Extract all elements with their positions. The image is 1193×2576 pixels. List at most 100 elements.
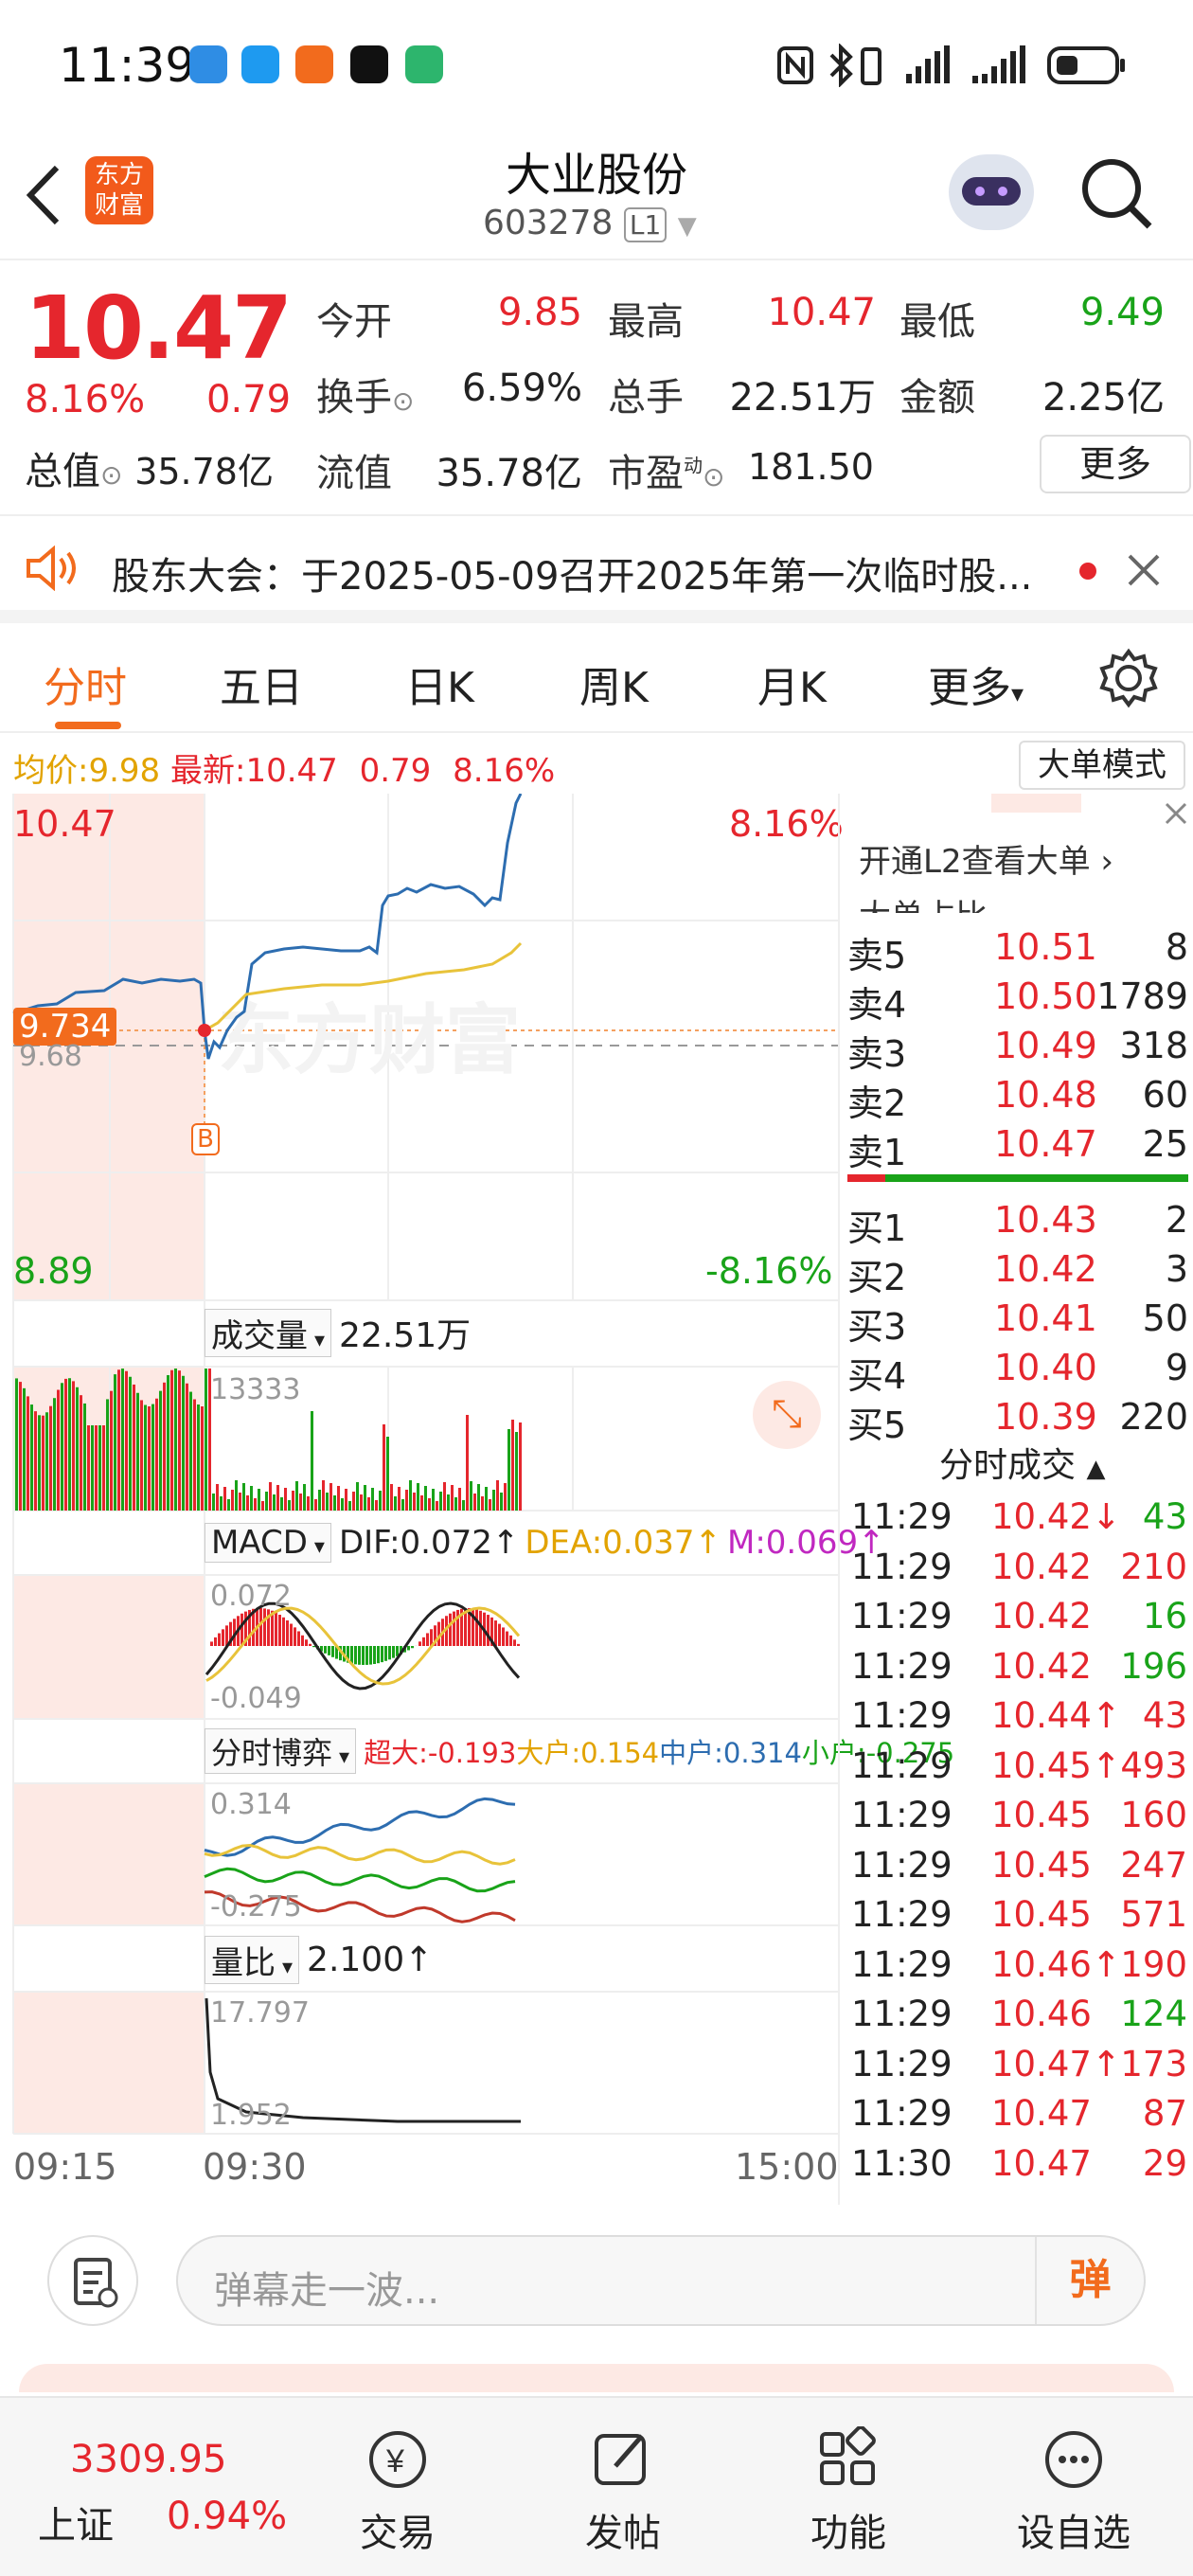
- big-order-mode-button[interactable]: 大单模式: [1019, 741, 1185, 790]
- nav-add-watchlist[interactable]: 设自选: [998, 2426, 1149, 2557]
- ask-row: 卖4 10.50 1789: [847, 975, 1188, 1026]
- message-icon: [241, 45, 279, 83]
- capital-game-dropdown[interactable]: 分时博弈 ▾: [205, 1728, 357, 1774]
- expand-icon[interactable]: ⤡: [753, 1381, 821, 1449]
- open-value: 9.85: [497, 291, 582, 334]
- float-label: 流值: [316, 452, 392, 495]
- nav-trade[interactable]: ¥ 交易: [322, 2426, 473, 2557]
- buy-marker[interactable]: B: [191, 1123, 220, 1155]
- info-icon: ⊙: [100, 459, 123, 491]
- volume-ratio-header: 量比 ▾ 2.100↑: [205, 1932, 433, 1987]
- danmu-placeholder: 弹幕走一波...: [214, 2269, 440, 2313]
- status-bar: 11:39: [0, 0, 1193, 128]
- edit-icon: [595, 2434, 646, 2485]
- y-axis-bottom-price: 8.89: [13, 1250, 94, 1292]
- trade-row: 11:30 10.47 29: [851, 2142, 1187, 2184]
- tab-intraday[interactable]: 分时: [44, 653, 127, 714]
- macd-header: MACD ▾ DIF:0.072↑ DEA:0.037↑ M:0.069↑: [205, 1515, 885, 1570]
- volume-value: 22.51万: [339, 1316, 472, 1355]
- bid-ask-divider-red: [847, 1174, 885, 1182]
- macd-dea: DEA:0.037↑: [525, 1524, 721, 1562]
- low-value: 9.49: [1079, 291, 1165, 334]
- search-icon[interactable]: [1079, 156, 1155, 232]
- intraday-chart-area[interactable]: 东方财富 10.47 8.16% 8.89 -8.16% 9.734 9.68 …: [0, 794, 954, 2205]
- amount-label: 金额: [899, 376, 975, 420]
- vibrate-icon: [861, 47, 881, 85]
- tab-weekly-k[interactable]: 周K: [579, 653, 649, 714]
- trade-row: 11:29 10.47 87: [851, 2093, 1187, 2134]
- tab-more[interactable]: 更多▾: [928, 653, 1024, 714]
- stock-code-row[interactable]: 603278 L1 ▼: [483, 204, 697, 242]
- trade-row: 11:29 10.45 247: [851, 1844, 1187, 1886]
- turnover-value: 6.59%: [461, 367, 582, 410]
- close-icon[interactable]: [1164, 801, 1188, 826]
- comment-bar: 弹幕走一波... 弹: [0, 2205, 1193, 2392]
- ratio-bottom-label: 1.952: [210, 2099, 292, 2132]
- ratio-top-label: 17.797: [210, 1996, 310, 2030]
- home-app-icon: [405, 45, 443, 83]
- bid-row: 买4 10.40 9: [847, 1347, 1188, 1397]
- y-axis-top-pct: 8.16%: [729, 803, 844, 845]
- danmu-input[interactable]: 弹幕走一波... 弹: [176, 2235, 1146, 2326]
- time-axis-close: 15:00: [735, 2146, 839, 2188]
- nav-functions[interactable]: 功能: [773, 2425, 924, 2557]
- amount-value: 2.25亿: [1042, 376, 1165, 420]
- volume-ratio-dropdown[interactable]: 量比 ▾: [205, 1935, 300, 1984]
- app-notification-icon: [189, 45, 227, 83]
- volume-value: 22.51万: [729, 376, 876, 420]
- game-bottom-label: -0.275: [210, 1890, 302, 1923]
- volume-dropdown[interactable]: 成交量 ▾: [205, 1308, 332, 1357]
- game-super: 超大:-0.193: [364, 1737, 517, 1769]
- chevron-down-icon: ▼: [677, 212, 697, 241]
- tab-active-indicator: [55, 722, 121, 729]
- nav-post[interactable]: 发帖: [547, 2426, 699, 2557]
- plane-icon: [295, 45, 333, 83]
- tab-daily-k[interactable]: 日K: [405, 653, 474, 714]
- price-summary-bar: 均价:9.98 最新:10.47 0.79 8.16%: [0, 735, 833, 794]
- bid-row: 买5 10.39 220: [847, 1396, 1188, 1446]
- y-axis-top-price: 10.47: [13, 803, 116, 845]
- more-button[interactable]: 更多: [1040, 435, 1191, 493]
- trade-row: 11:29 10.45 571: [851, 1894, 1187, 1935]
- volume-max-label: 13333: [210, 1373, 301, 1406]
- tab-monthly-k[interactable]: 月K: [757, 653, 827, 714]
- trade-row: 11:29 10.42 210: [851, 1546, 1187, 1587]
- reference-under-label: 9.68: [19, 1040, 82, 1073]
- ask-row: 卖3 10.49 318: [847, 1025, 1188, 1075]
- trade-row: 11:29 10.45↑ 493: [851, 1744, 1187, 1786]
- close-icon[interactable]: [1127, 553, 1161, 587]
- notice-bar[interactable]: 股东大会：于2025-05-09召开2025年第一次临时股...: [0, 519, 1193, 623]
- bluetooth-icon: [829, 44, 853, 87]
- game-top-label: 0.314: [210, 1788, 292, 1821]
- last-label: 最新:: [169, 752, 246, 790]
- ask-row: 卖5 10.51 8: [847, 926, 1188, 976]
- index-pct: 0.94%: [167, 2495, 288, 2538]
- avg-label: 均价:: [13, 752, 89, 790]
- trade-row: 11:29 10.45 160: [851, 1795, 1187, 1835]
- trade-row: 11:29 10.42 196: [851, 1645, 1187, 1687]
- l2-upgrade-link[interactable]: 开通L2查看大单 ›: [859, 835, 1113, 882]
- high-value: 10.47: [767, 291, 876, 334]
- signal-2-icon: [972, 45, 1025, 83]
- chart-tabs: 分时 五日 日K 周K 月K 更多▾: [0, 627, 1193, 733]
- unread-dot: [1079, 563, 1096, 580]
- last-price: 10.47: [25, 277, 293, 379]
- avg-value: 9.98: [88, 752, 161, 790]
- tab-five-day[interactable]: 五日: [220, 653, 303, 714]
- trade-row: 11:29 10.46↑ 190: [851, 1943, 1187, 1985]
- settings-gear-icon[interactable]: [1098, 648, 1159, 708]
- index-widget[interactable]: 3309.95 上证 0.94%: [38, 2417, 288, 2559]
- notes-icon[interactable]: [47, 2235, 138, 2326]
- pe-label: 市盈动⊙: [608, 452, 725, 495]
- mcap-label: 总值: [25, 450, 100, 493]
- macd-dropdown[interactable]: MACD ▾: [205, 1523, 331, 1563]
- stock-code: 603278: [483, 204, 614, 242]
- svg-text:¥: ¥: [385, 2443, 404, 2479]
- chart-canvas: 东方财富: [12, 794, 838, 2135]
- bid-ask-divider: [847, 1174, 1188, 1182]
- grid-icon: [820, 2425, 876, 2485]
- trade-row: 11:29 10.42↓ 43: [851, 1496, 1187, 1537]
- macd-top-label: 0.072: [210, 1580, 292, 1613]
- danmu-send-button[interactable]: 弹: [1035, 2237, 1144, 2324]
- robot-assistant-icon[interactable]: [949, 154, 1034, 230]
